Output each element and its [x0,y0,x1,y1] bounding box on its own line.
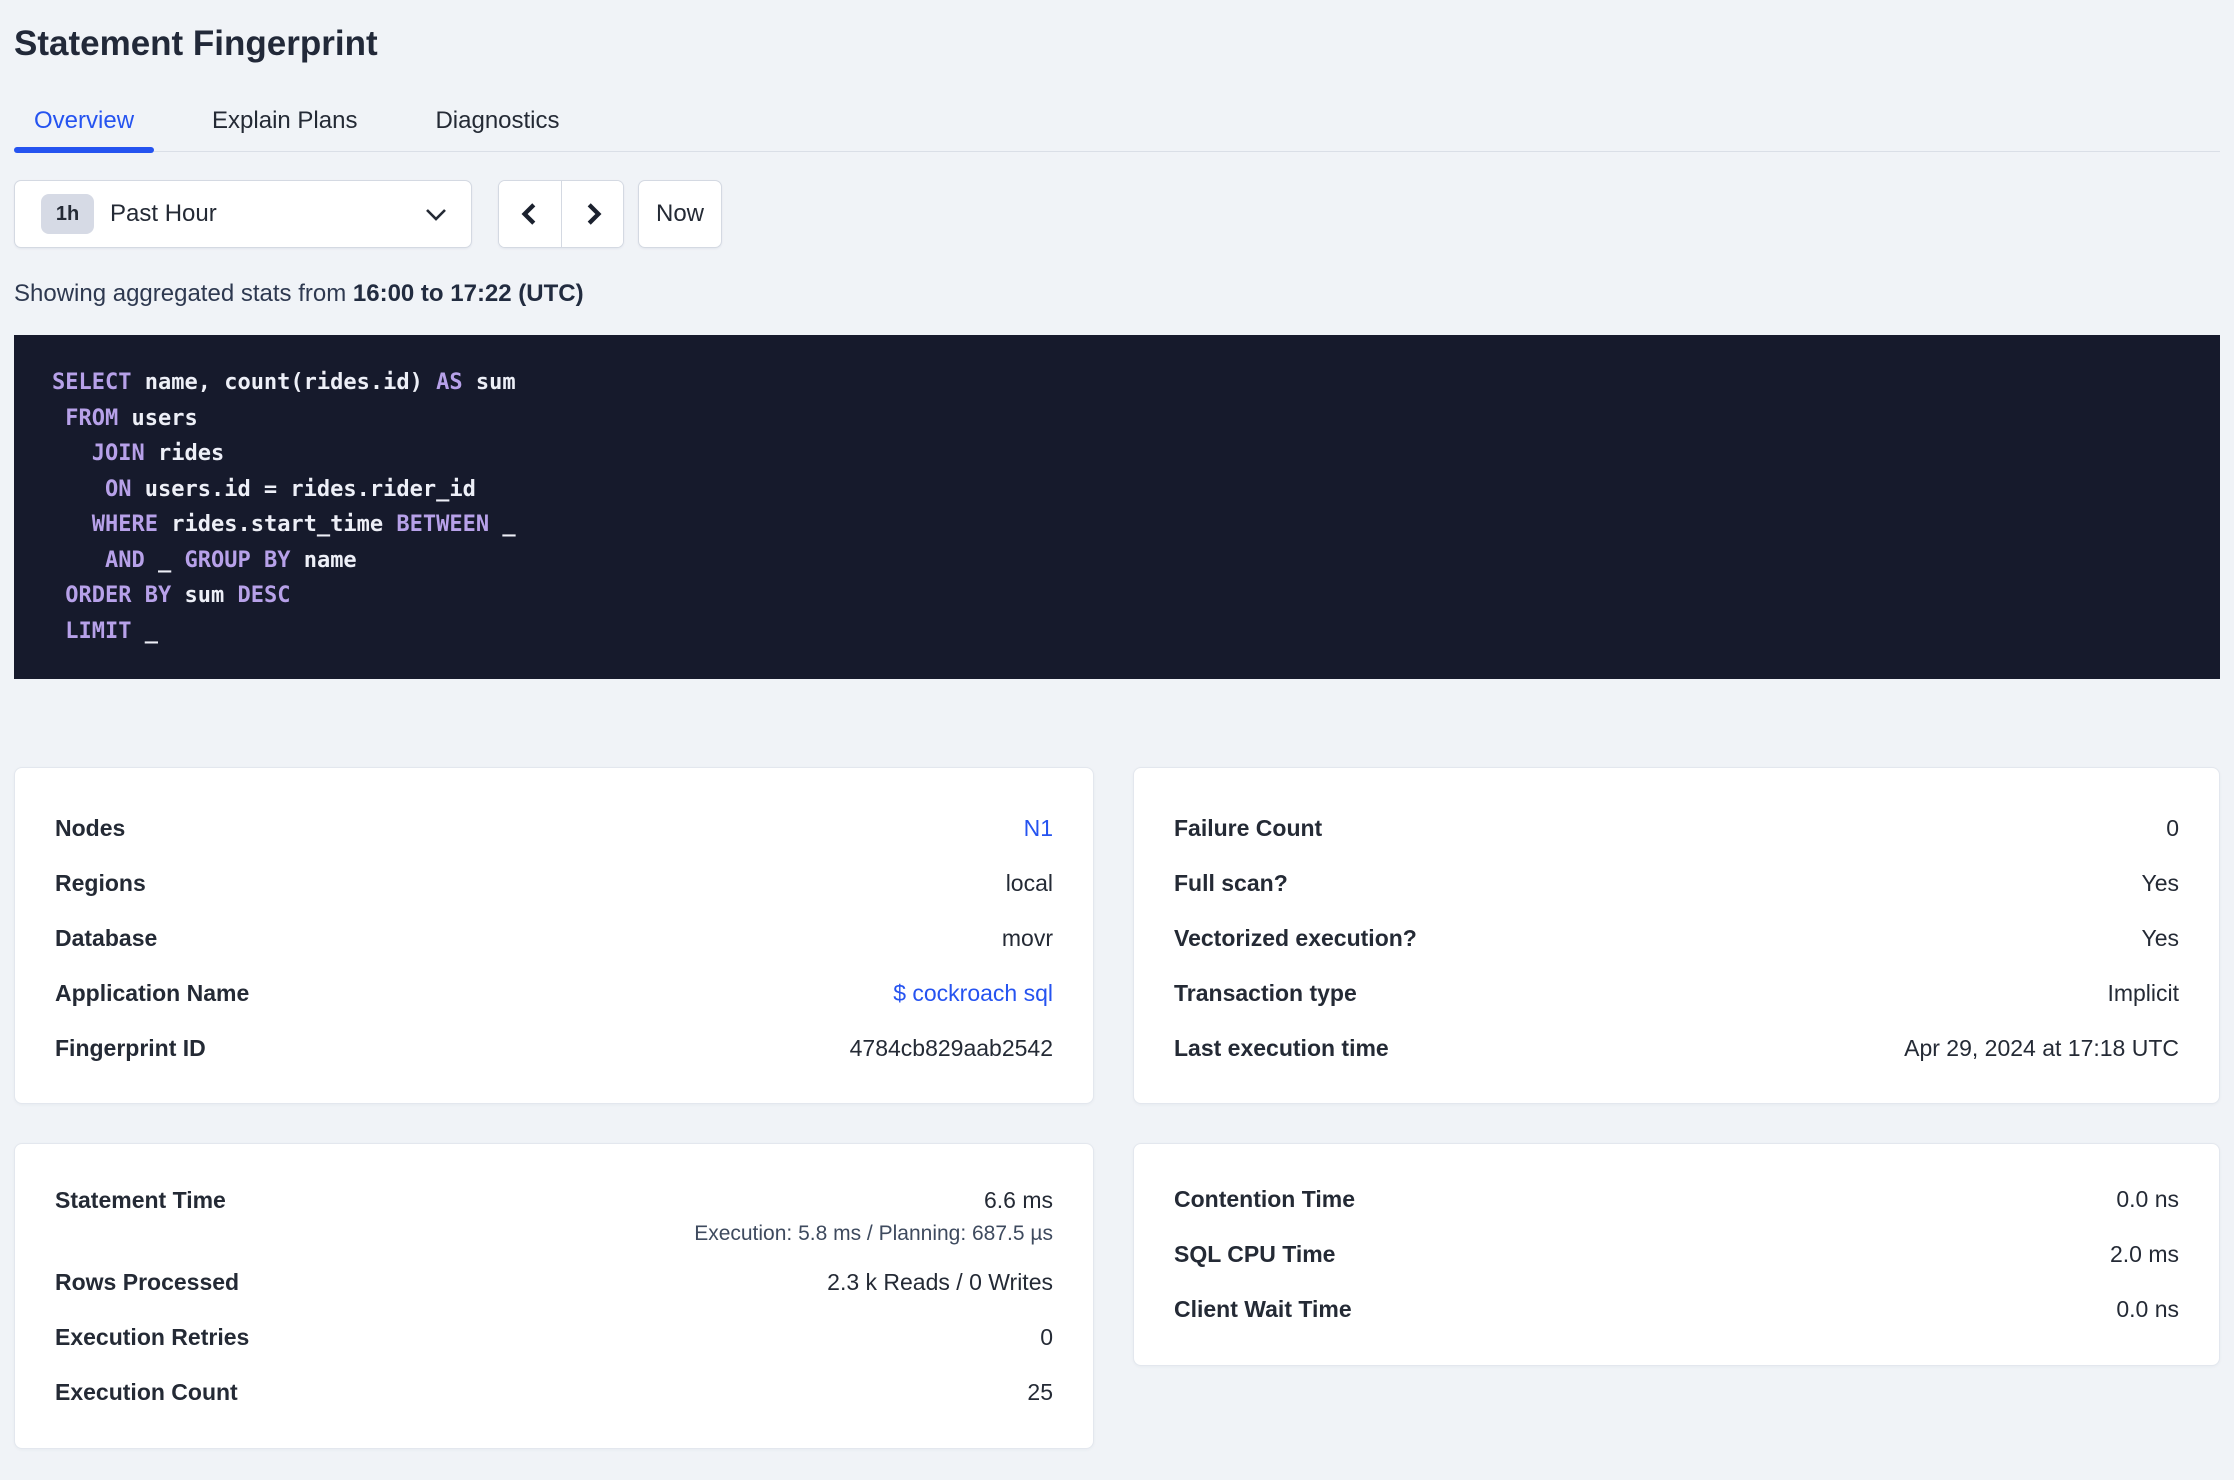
tab-overview[interactable]: Overview [14,98,155,153]
rows-processed-label: Rows Processed [55,1269,240,1295]
full-scan-row: Full scan? Yes [1174,856,2179,911]
statement-fingerprint-page: Statement Fingerprint Overview Explain P… [0,22,2234,1449]
stats-summary: Showing aggregated stats from 16:00 to 1… [14,280,2220,308]
client-wait-time-row: Client Wait Time 0.0 ns [1174,1282,2179,1337]
sql-cpu-time-label: SQL CPU Time [1174,1241,1336,1267]
tab-explain-plans[interactable]: Explain Plans [192,98,377,151]
sql-statement: SELECT name, count(rides.id) AS sum FROM… [14,335,2220,679]
execution-count-label: Execution Count [55,1379,238,1405]
full-scan-label: Full scan? [1174,870,1288,896]
client-wait-time-value: 0.0 ns [2116,1296,2179,1322]
now-button[interactable]: Now [638,180,722,248]
tab-diagnostics-label: Diagnostics [435,107,560,134]
regions-label: Regions [55,870,146,896]
time-range-label: Past Hour [110,200,217,227]
failure-count-row: Failure Count 0 [1174,801,2179,856]
statement-time-label: Statement Time [55,1187,226,1213]
execution-retries-value: 0 [1040,1324,1053,1350]
chevron-right-icon [587,203,601,225]
execution-count-row: Execution Count 25 [55,1365,1053,1420]
chevron-left-icon [521,203,536,225]
statement-time-row: Statement Time 6.6 ms Execution: 5.8 ms … [55,1172,1053,1255]
vectorized-execution-label: Vectorized execution? [1174,925,1417,951]
execution-count-value: 25 [1027,1379,1053,1405]
tab-overview-label: Overview [34,107,135,134]
full-scan-value: Yes [2141,870,2179,896]
transaction-type-label: Transaction type [1174,980,1357,1006]
nodes-link[interactable]: N1 [1024,812,1053,845]
fingerprint-id-value: 4784cb829aab2542 [849,1035,1053,1061]
vectorized-execution-row: Vectorized execution? Yes [1174,911,2179,966]
database-value: movr [1001,925,1053,951]
statement-details-card: Nodes N1 Regions local Database movr App… [14,767,1094,1104]
page-title: Statement Fingerprint [14,24,378,63]
time-step-buttons [498,180,624,248]
fingerprint-id-row: Fingerprint ID 4784cb829aab2542 [55,1021,1053,1076]
transaction-type-row: Transaction type Implicit [1174,966,2179,1021]
client-wait-time-label: Client Wait Time [1174,1296,1352,1322]
sql-cpu-time-value: 2.0 ms [2109,1241,2179,1267]
active-tab-indicator [14,147,155,153]
nodes-label: Nodes [55,815,126,841]
time-range-badge: 1h [41,194,94,234]
rows-processed-value: 2.3 k Reads / 0 Writes [827,1269,1053,1295]
transaction-type-value: Implicit [2107,980,2179,1006]
chevron-down-icon [426,208,446,221]
statement-time-breakdown: Execution: 5.8 ms / Planning: 687.5 µs [694,1222,1053,1245]
time-range-selector[interactable]: 1h Past Hour [14,180,472,248]
sql-cpu-time-row: SQL CPU Time 2.0 ms [1174,1227,2179,1282]
contention-time-row: Contention Time 0.0 ns [1174,1172,2179,1227]
summary-cards: Nodes N1 Regions local Database movr App… [14,767,2220,1449]
fingerprint-id-label: Fingerprint ID [55,1035,206,1061]
time-toolbar: 1h Past Hour Now [14,180,2220,248]
database-row: Database movr [55,911,1053,966]
regions-value: local [1005,870,1053,896]
tab-explain-plans-label: Explain Plans [212,107,358,134]
prev-time-button[interactable] [499,181,561,247]
nodes-row: Nodes N1 [55,801,1053,856]
application-name-label: Application Name [55,980,250,1006]
last-execution-time-row: Last execution time Apr 29, 2024 at 17:1… [1174,1021,2179,1076]
failure-count-label: Failure Count [1174,815,1323,841]
stats-summary-prefix: Showing aggregated stats from [14,280,347,307]
tab-bar: Overview Explain Plans Diagnostics [14,98,2220,153]
vectorized-execution-value: Yes [2141,925,2179,951]
statement-timing-card: Statement Time 6.6 ms Execution: 5.8 ms … [14,1143,1094,1449]
execution-attributes-card: Failure Count 0 Full scan? Yes Vectorize… [1133,767,2220,1104]
last-execution-time-label: Last execution time [1174,1035,1389,1061]
rows-processed-row: Rows Processed 2.3 k Reads / 0 Writes [55,1255,1053,1310]
contention-time-value: 0.0 ns [2116,1186,2179,1212]
failure-count-value: 0 [2166,815,2179,841]
execution-retries-label: Execution Retries [55,1324,250,1350]
resource-usage-card: Contention Time 0.0 ns SQL CPU Time 2.0 … [1133,1143,2220,1366]
tab-diagnostics[interactable]: Diagnostics [415,98,579,151]
last-execution-time-value: Apr 29, 2024 at 17:18 UTC [1904,1035,2179,1061]
application-name-link[interactable]: $ cockroach sql [893,977,1053,1010]
execution-retries-row: Execution Retries 0 [55,1310,1053,1365]
regions-row: Regions local [55,856,1053,911]
statement-time-value: 6.6 ms [983,1187,1053,1213]
database-label: Database [55,925,158,951]
next-time-button[interactable] [561,181,623,247]
application-name-row: Application Name $ cockroach sql [55,966,1053,1021]
stats-summary-range: 16:00 to 17:22 (UTC) [352,280,584,307]
contention-time-label: Contention Time [1174,1186,1356,1212]
